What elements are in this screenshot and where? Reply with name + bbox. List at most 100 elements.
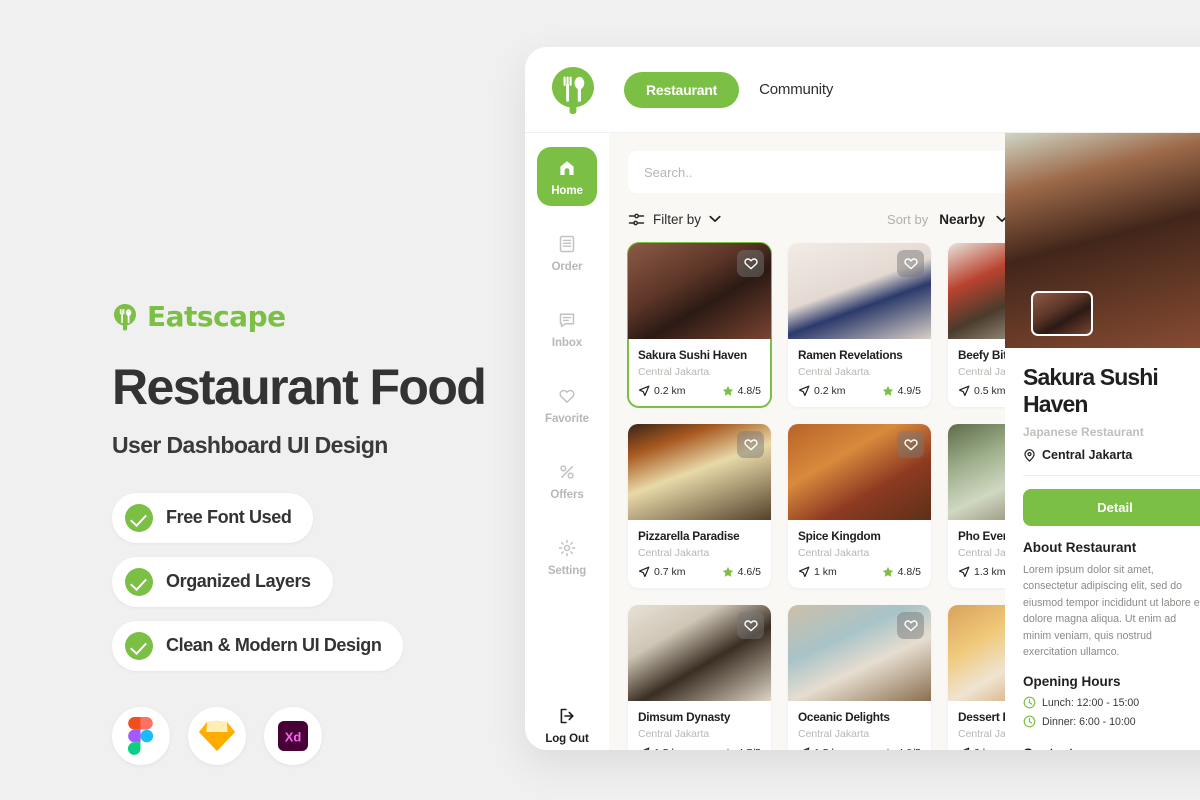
check-circle-icon <box>125 567 153 596</box>
hours-text: Dinner: 6:00 - 10:00 <box>1042 715 1136 728</box>
favorite-heart-icon[interactable] <box>897 431 924 458</box>
sidebar-item-inbox[interactable]: Inbox <box>537 299 597 358</box>
card-meta: 1.5 km 4.8/5 <box>798 747 921 750</box>
app-logo-list: Xd <box>112 706 512 765</box>
navigation-icon <box>642 747 650 750</box>
restaurant-card[interactable]: Ramen Revelations Central Jakarta 0.2 km… <box>788 243 931 407</box>
chevron-down-icon <box>709 215 721 222</box>
card-rating-text: 4.8/5 <box>897 566 921 578</box>
card-title: Ramen Revelations <box>798 348 903 362</box>
star-icon <box>722 385 733 396</box>
card-rating-text: 4.8/5 <box>737 385 761 397</box>
sidebar-item-label: Order <box>551 261 583 273</box>
card-title: Dessert Dreamland <box>958 710 1005 724</box>
feature-row: Clean & Modern UI Design <box>112 620 512 685</box>
clock-icon <box>1023 697 1036 709</box>
star-icon <box>722 566 733 577</box>
feature-row: Free Font Used <box>112 492 512 557</box>
favorite-heart-icon[interactable] <box>737 431 764 458</box>
card-title: Oceanic Delights <box>798 710 890 724</box>
sidebar-item-label: Home <box>551 185 583 197</box>
favorite-heart-icon[interactable] <box>737 250 764 277</box>
card-info: Spice Kingdom Central Jakarta 1 km 4.8/5 <box>788 520 931 588</box>
card-distance-text: 1.5 km <box>654 747 686 750</box>
restaurant-card[interactable]: Beefy Bites & Beyond Central Jakarta 0.5… <box>948 243 1005 407</box>
navigation-icon <box>638 566 650 578</box>
page-root: Eatscape Restaurant Food User Dashboard … <box>0 0 1200 800</box>
adobe-xd-icon: Xd <box>278 720 308 751</box>
brand-name: Eatscape <box>147 300 286 333</box>
restaurant-card[interactable]: Pho Ever Yum Central Jakarta 1.3 km 4.9/… <box>948 424 1005 588</box>
card-distance-text: 0.5 km <box>974 385 1005 397</box>
restaurant-card[interactable]: Dimsum Dynasty Central Jakarta 1.5 km 4.… <box>628 605 771 750</box>
sidebar-item-home[interactable]: Home <box>537 147 597 206</box>
sidebar-item-setting[interactable]: Setting <box>537 527 597 586</box>
app-body: Home Order Inbox Favorite Offers Setting… <box>525 133 1200 750</box>
detail-thumbnail[interactable] <box>1031 291 1093 336</box>
restaurant-card[interactable]: Pizzarella Paradise Central Jakarta 0.7 … <box>628 424 771 588</box>
favorite-heart-icon[interactable] <box>737 612 764 639</box>
detail-body: Sakura Sushi Haven Japanese Restaurant C… <box>1005 348 1200 750</box>
restaurant-card[interactable]: Dessert Dreamland Central Jakarta 2 km 4… <box>948 605 1005 750</box>
card-distance-text: 0.7 km <box>654 566 686 578</box>
sliders-icon <box>628 213 645 225</box>
card-photo <box>788 424 931 520</box>
card-info: Sakura Sushi Haven Central Jakarta 0.2 k… <box>628 339 771 407</box>
fork-spoon-leaf-logo-icon <box>114 303 136 331</box>
card-title: Dimsum Dynasty <box>638 710 731 724</box>
filter-by-control[interactable]: Filter by <box>628 211 721 228</box>
card-area: Central Jakarta <box>958 547 1005 559</box>
card-distance-text: 1.3 km <box>974 566 1005 578</box>
card-info: Dimsum Dynasty Central Jakarta 1.5 km 4.… <box>628 701 771 750</box>
card-photo <box>628 605 771 701</box>
card-info: Pho Ever Yum Central Jakarta 1.3 km 4.9/… <box>948 520 1005 588</box>
app-header: Restaurant Community <box>525 47 1200 133</box>
favorite-heart-icon[interactable] <box>897 612 924 639</box>
card-area: Central Jakarta <box>798 366 870 378</box>
card-title: Beefy Bites & Beyond <box>958 348 1005 362</box>
restaurant-card[interactable]: Oceanic Delights Central Jakarta 1.5 km … <box>788 605 931 750</box>
feature-badge: Free Font Used <box>112 492 314 543</box>
sidebar-item-favorite[interactable]: Favorite <box>537 375 597 434</box>
sort-by-value[interactable]: Nearby <box>939 212 985 227</box>
card-photo <box>628 243 771 339</box>
figma-icon <box>128 716 154 755</box>
sidebar-item-offers[interactable]: Offers <box>537 451 597 510</box>
tab-restaurant[interactable]: Restaurant <box>624 71 740 108</box>
clock-icon <box>1023 716 1036 728</box>
restaurant-card[interactable]: Sakura Sushi Haven Central Jakarta 0.2 k… <box>627 242 772 408</box>
card-meta: 0.2 km 4.9/5 <box>798 385 921 397</box>
eatscape-logo-icon <box>552 67 594 114</box>
favorite-heart-icon[interactable] <box>897 250 924 277</box>
navigation-icon <box>802 747 810 750</box>
chevron-down-icon[interactable] <box>996 215 1005 223</box>
detail-button[interactable]: Detail <box>1023 489 1200 526</box>
sidebar-item-order[interactable]: Order <box>537 223 597 282</box>
location-pin-icon <box>1024 448 1035 462</box>
feature-badge: Clean & Modern UI Design <box>112 620 404 671</box>
navigation-icon <box>638 385 650 397</box>
feature-label: Clean & Modern UI Design <box>166 635 382 655</box>
app-window: Restaurant Community Home Order Inbox Fa… <box>525 47 1200 750</box>
sidebar-item-label: Offers <box>550 489 584 501</box>
search-input[interactable] <box>628 151 1005 193</box>
feature-label: Free Font Used <box>166 507 292 527</box>
gear-icon <box>558 539 576 557</box>
card-area: Central Jakarta <box>958 366 1005 378</box>
sidebar: Home Order Inbox Favorite Offers Setting… <box>525 133 609 750</box>
card-meta: 2 km 4.9/5 <box>958 747 1005 750</box>
filter-by-label: Filter by <box>653 211 702 227</box>
divider <box>1023 475 1200 476</box>
star-icon <box>882 566 893 577</box>
card-info: Beefy Bites & Beyond Central Jakarta 0.5… <box>948 339 1005 407</box>
card-distance: 1.3 km <box>958 566 1005 578</box>
detail-location-text: Central Jakarta <box>1042 448 1133 462</box>
sidebar-item-logout[interactable]: Log Out <box>537 695 597 750</box>
restaurant-card[interactable]: Spice Kingdom Central Jakarta 1 km 4.8/5 <box>788 424 931 588</box>
page-title: Restaurant Food <box>112 359 487 415</box>
tab-community[interactable]: Community <box>759 81 833 98</box>
card-meta: 1.5 km 4.7/5 <box>638 747 761 750</box>
sidebar-item-label: Favorite <box>545 413 589 425</box>
card-area: Central Jakarta <box>798 728 870 740</box>
star-icon <box>882 385 893 396</box>
